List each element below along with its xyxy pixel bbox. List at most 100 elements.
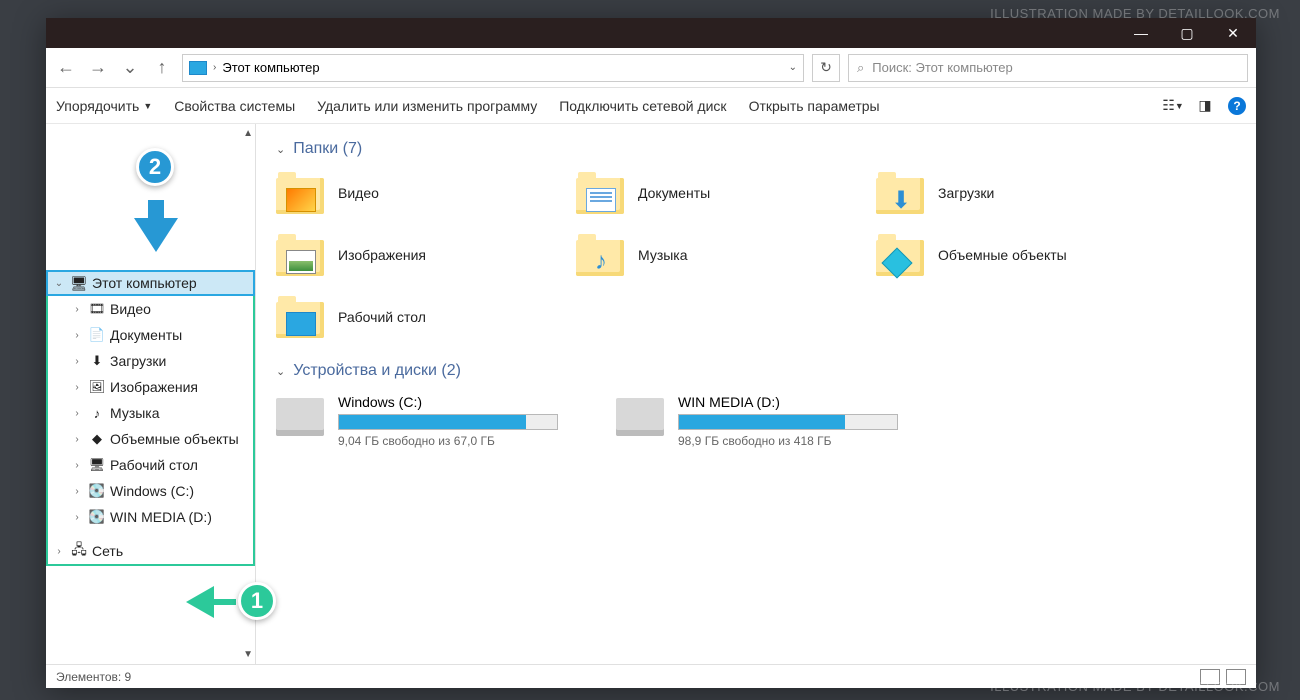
minimize-button[interactable]: — — [1118, 18, 1164, 48]
help-icon[interactable]: ? — [1228, 97, 1246, 115]
folder-icon — [876, 234, 924, 276]
explorer-window: — ▢ ✕ ← → ⌄ ↑ › Этот компьютер ⌄ ↻ ⌕ Пои… — [46, 18, 1256, 688]
view-options-icon[interactable]: ☷ ▼ — [1164, 97, 1182, 115]
annotation-badge-2: 2 — [136, 148, 174, 186]
back-button[interactable]: ← — [54, 56, 78, 80]
sidebar-item[interactable]: › 💽WIN MEDIA (D:) — [48, 504, 253, 530]
search-placeholder: Поиск: Этот компьютер — [872, 60, 1012, 75]
sidebar-label: Рабочий стол — [110, 457, 198, 473]
expand-icon[interactable]: › — [70, 486, 84, 497]
collapse-icon[interactable]: ⌄ — [52, 278, 66, 289]
scroll-up-icon[interactable]: ▲ — [243, 128, 253, 139]
item-icon: 🎞 — [88, 300, 106, 318]
drive-usage-bar — [678, 414, 898, 430]
drive-item[interactable]: WIN MEDIA (D:)98,9 ГБ свободно из 418 ГБ — [616, 394, 916, 448]
sidebar-label: Загрузки — [110, 353, 166, 369]
expand-icon[interactable]: › — [70, 460, 84, 471]
folder-label: Изображения — [338, 247, 426, 263]
forward-button[interactable]: → — [86, 56, 110, 80]
item-icon: 🖥 — [88, 456, 106, 474]
status-item-count: Элементов: 9 — [56, 670, 131, 684]
drive-icon — [276, 398, 324, 436]
sidebar-item-network[interactable]: › 🖧 Сеть — [48, 538, 253, 564]
expand-icon[interactable]: › — [70, 382, 84, 393]
watermark-top: ILLUSTRATION MADE BY DETAILLOOK.COM — [990, 6, 1280, 21]
folder-icon — [576, 172, 624, 214]
command-bar: Упорядочить ▼ Свойства системы Удалить и… — [46, 88, 1256, 124]
folder-item[interactable]: Рабочий стол — [276, 296, 536, 338]
folder-item[interactable]: Видео — [276, 172, 536, 214]
organize-menu[interactable]: Упорядочить ▼ — [56, 98, 152, 114]
breadcrumb-location[interactable]: Этот компьютер — [222, 60, 319, 75]
chevron-down-icon: ⌄ — [276, 365, 285, 378]
folder-label: Документы — [638, 185, 710, 201]
item-icon: 💽 — [88, 508, 106, 526]
folder-item[interactable]: Объемные объекты — [876, 234, 1136, 276]
sidebar-item[interactable]: ›◆Объемные объекты — [48, 426, 253, 452]
folder-label: Видео — [338, 185, 379, 201]
sidebar-label: Изображения — [110, 379, 198, 395]
close-button[interactable]: ✕ — [1210, 18, 1256, 48]
sidebar-item[interactable]: › 💽Windows (C:) — [48, 478, 253, 504]
annotation-arrow-1 — [186, 586, 214, 618]
search-icon: ⌕ — [857, 60, 864, 76]
sidebar-item[interactable]: ›♪Музыка — [48, 400, 253, 426]
expand-icon[interactable]: › — [70, 512, 84, 523]
folder-icon: ♪ — [576, 234, 624, 276]
sidebar-label: Windows (C:) — [110, 483, 194, 499]
drive-item[interactable]: Windows (C:)9,04 ГБ свободно из 67,0 ГБ — [276, 394, 576, 448]
sidebar-item[interactable]: › 🖼Изображения — [48, 374, 253, 400]
maximize-button[interactable]: ▢ — [1164, 18, 1210, 48]
open-settings-button[interactable]: Открыть параметры — [749, 98, 880, 114]
sidebar-label: Видео — [110, 301, 151, 317]
expand-icon[interactable]: › — [70, 304, 84, 315]
recent-dropdown[interactable]: ⌄ — [118, 56, 142, 80]
up-button[interactable]: ↑ — [150, 56, 174, 80]
folder-icon — [276, 296, 324, 338]
expand-icon[interactable]: › — [70, 408, 84, 419]
folder-label: Загрузки — [938, 185, 994, 201]
drive-stats: 98,9 ГБ свободно из 418 ГБ — [678, 434, 916, 448]
folder-icon — [276, 172, 324, 214]
item-icon: 💽 — [88, 482, 106, 500]
folder-item[interactable]: Документы — [576, 172, 836, 214]
folder-label: Объемные объекты — [938, 247, 1067, 263]
sidebar-item[interactable]: ›📄Документы — [48, 322, 253, 348]
folder-item[interactable]: ⬇Загрузки — [876, 172, 1136, 214]
drive-icon — [616, 398, 664, 436]
sidebar-item[interactable]: › ⬇Загрузки — [48, 348, 253, 374]
folder-item[interactable]: Изображения — [276, 234, 536, 276]
system-properties-button[interactable]: Свойства системы — [174, 98, 295, 114]
watermark-bottom: ILLUSTRATION MADE BY DETAILLOOK.COM — [990, 679, 1280, 694]
sidebar-item-this-pc[interactable]: ⌄ 🖥 Этот компьютер — [46, 270, 255, 296]
uninstall-program-button[interactable]: Удалить или изменить программу — [317, 98, 537, 114]
folder-item[interactable]: ♪Музыка — [576, 234, 836, 276]
drive-name: Windows (C:) — [338, 394, 576, 410]
expand-icon[interactable]: › — [70, 330, 84, 341]
map-network-drive-button[interactable]: Подключить сетевой диск — [559, 98, 726, 114]
folder-label: Рабочий стол — [338, 309, 426, 325]
chevron-down-icon[interactable]: ⌄ — [789, 62, 797, 73]
item-icon: ⬇ — [88, 352, 106, 370]
expand-icon[interactable]: › — [70, 356, 84, 367]
sidebar-label: Документы — [110, 327, 182, 343]
expand-icon[interactable]: › — [70, 434, 84, 445]
network-icon: 🖧 — [70, 542, 88, 560]
item-icon: ◆ — [88, 430, 106, 448]
item-icon: 🖼 — [88, 378, 106, 396]
search-box[interactable]: ⌕ Поиск: Этот компьютер — [848, 54, 1248, 82]
sidebar-item[interactable]: › 🖥Рабочий стол — [48, 452, 253, 478]
titlebar: — ▢ ✕ — [46, 18, 1256, 48]
scroll-down-icon[interactable]: ▼ — [243, 649, 253, 660]
sidebar-label: WIN MEDIA (D:) — [110, 509, 212, 525]
preview-pane-icon[interactable]: ◨ — [1196, 97, 1214, 115]
drives-section-header[interactable]: ⌄ Устройства и диски (2) — [276, 362, 1236, 380]
chevron-right-icon: › — [213, 62, 216, 73]
refresh-button[interactable]: ↻ — [812, 54, 840, 82]
sidebar-item[interactable]: › 🎞Видео — [48, 296, 253, 322]
pc-icon: 🖥 — [70, 274, 88, 292]
folders-section-header[interactable]: ⌄ Папки (7) — [276, 140, 1236, 158]
content-pane: ⌄ Папки (7) Видео Документы ⬇Загрузки Изобр… — [256, 124, 1256, 664]
expand-icon[interactable]: › — [52, 546, 66, 557]
address-bar[interactable]: › Этот компьютер ⌄ — [182, 54, 804, 82]
